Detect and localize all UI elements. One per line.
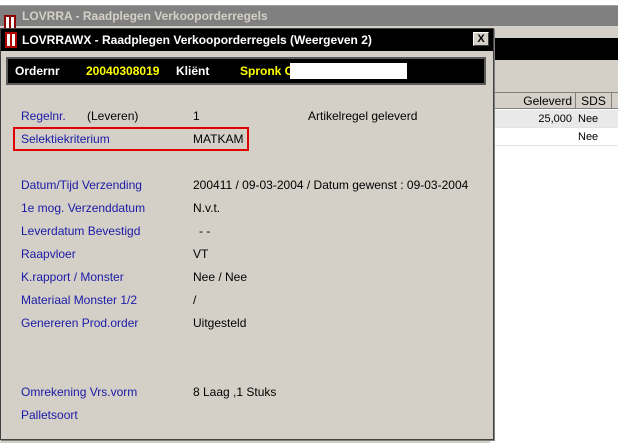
column-header-sds[interactable]: SDS	[576, 93, 612, 109]
cell-geleverd: 25,000	[538, 113, 572, 125]
genereren-prodorder-label: Genereren Prod.order	[21, 316, 139, 330]
table-row[interactable]: 25,000 Nee	[490, 110, 618, 128]
cell-sds: Nee	[578, 113, 599, 125]
background-window-title: LOVRRA - Raadplegen Verkooporderregels	[22, 9, 268, 23]
column-header-geleverd[interactable]: Geleverd	[490, 93, 576, 109]
regelnr-status: Artikelregel geleverd	[308, 109, 418, 123]
regelnr-label: Regelnr.	[21, 109, 66, 123]
raapvloer-label: Raapvloer	[21, 247, 76, 261]
regelnr-sub: (Leveren)	[87, 109, 139, 123]
raapvloer-value: VT	[193, 247, 209, 261]
materiaal-monster-value: /	[193, 293, 197, 307]
background-header-bar	[490, 38, 618, 60]
ordernr-value: 20040308019	[86, 64, 160, 78]
cell-geleverd	[490, 128, 572, 146]
regelnr-value: 1	[193, 109, 200, 123]
genereren-prodorder-value: Uitgesteld	[193, 316, 247, 330]
order-header-bar: Ordernr 20040308019 Kliënt Spronk Ci	[6, 57, 486, 85]
palletsoort-label: Palletsoort	[21, 408, 78, 422]
table-row[interactable]: Nee	[490, 128, 618, 146]
leverdatum-label: Leverdatum Bevestigd	[21, 224, 141, 238]
ordernr-label: Ordernr	[15, 64, 60, 78]
background-window-titlebar[interactable]: LOVRRA - Raadplegen Verkooporderregels	[0, 6, 618, 30]
client-label: Kliënt	[176, 64, 210, 78]
krapport-label: K.rapport / Monster	[21, 270, 124, 284]
app-icon	[5, 32, 17, 48]
cell-sds: Nee	[578, 131, 599, 143]
krapport-value: Nee / Nee	[193, 270, 248, 284]
mog-verzenddatum-value: N.v.t.	[193, 201, 221, 215]
dialog-titlebar[interactable]: LOVRRAWX - Raadplegen Verkooporderregels…	[1, 29, 493, 51]
order-line-detail-dialog: LOVRRAWX - Raadplegen Verkooporderregels…	[0, 28, 494, 440]
datum-verzending-value: 200411 / 09-03-2004 / Datum gewenst : 09…	[193, 178, 469, 192]
selektiekriterium-value: MATKAM	[193, 132, 244, 146]
order-lines-grid[interactable]: Geleverd SDS 25,000 Nee Nee	[490, 92, 618, 443]
omrekening-label: Omrekening Vrs.vorm	[21, 385, 138, 399]
mog-verzenddatum-label: 1e mog. Verzenddatum	[21, 201, 146, 215]
redacted-block	[290, 63, 407, 79]
client-value: Spronk Ci	[240, 64, 297, 78]
omrekening-value: 8 Laag ,1 Stuks	[193, 385, 277, 399]
close-button[interactable]: X	[473, 32, 489, 46]
grid-header: Geleverd SDS	[490, 93, 618, 109]
dialog-title: LOVRRAWX - Raadplegen Verkooporderregels…	[22, 33, 372, 47]
selektiekriterium-label: Selektiekriterium	[21, 132, 110, 146]
materiaal-monster-label: Materiaal Monster 1/2	[21, 293, 138, 307]
leverdatum-value: - -	[199, 224, 211, 238]
datum-verzending-label: Datum/Tijd Verzending	[21, 178, 142, 192]
